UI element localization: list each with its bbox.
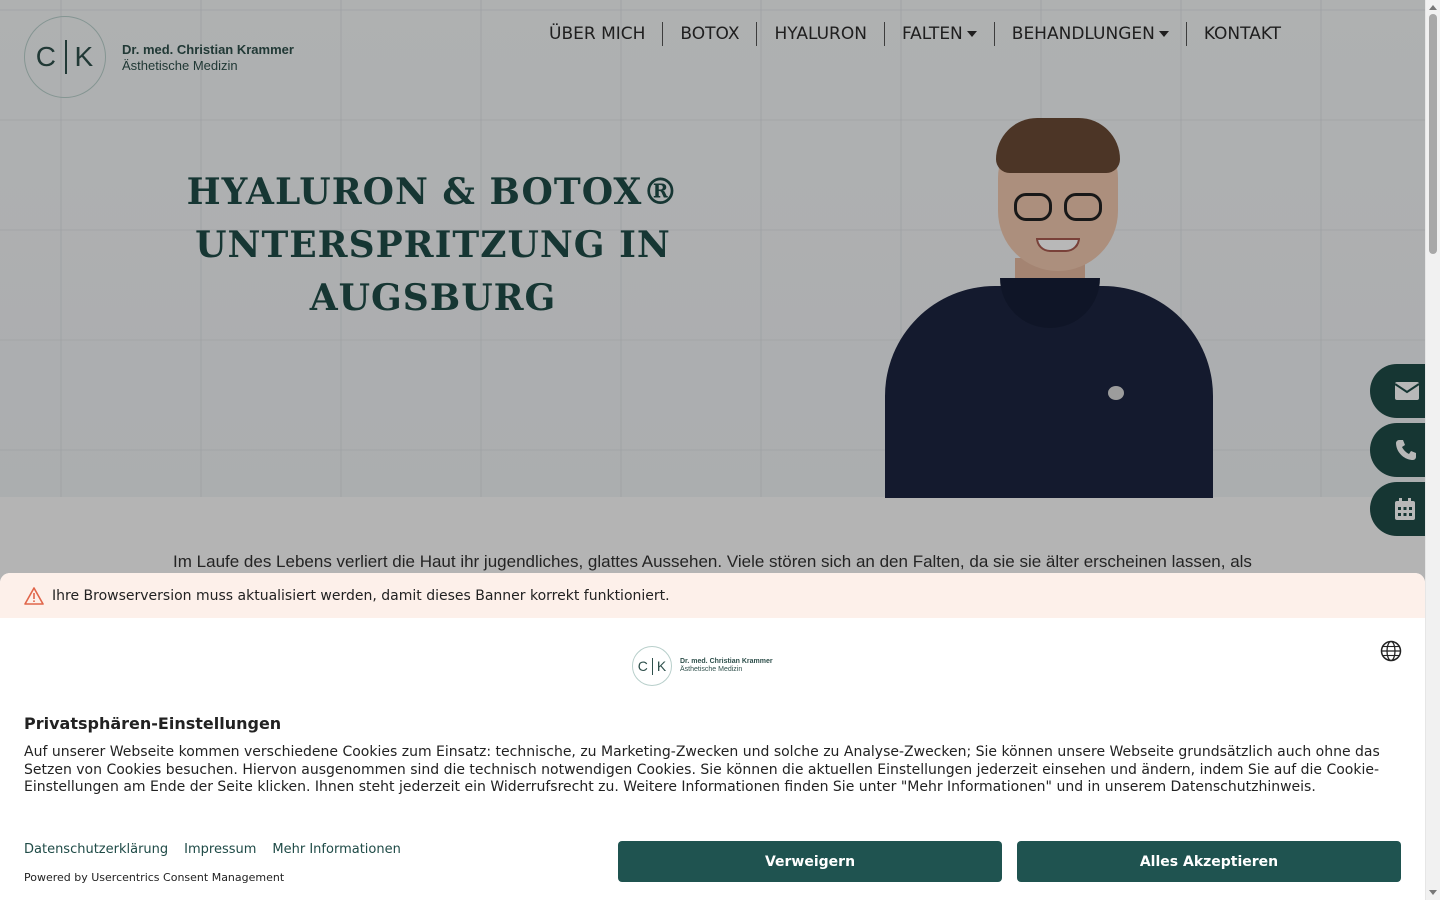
consent-logo-subtitle: Ästhetische Medizin: [680, 666, 743, 673]
consent-logo-monogram: CK: [632, 646, 672, 686]
scroll-down-arrow-icon[interactable]: [1429, 890, 1437, 895]
accept-all-button[interactable]: Alles Akzeptieren: [1017, 841, 1401, 882]
language-globe-icon[interactable]: [1380, 640, 1402, 662]
consent-description: Auf unserer Webseite kommen verschiedene…: [24, 744, 1380, 795]
consent-logo: CK Dr. med. Christian Krammer Ästhetisch…: [632, 646, 773, 686]
browser-warning-text: Ihre Browserversion muss aktualisiert we…: [52, 587, 670, 604]
deny-button[interactable]: Verweigern: [618, 841, 1002, 882]
more-info-link[interactable]: Mehr Informationen: [272, 842, 400, 857]
powered-by-text: Powered by Usercentrics Consent Manageme…: [24, 871, 285, 884]
consent-logo-text: Dr. med. Christian Krammer Ästhetische M…: [680, 658, 773, 674]
scrollbar-thumb[interactable]: [1429, 14, 1437, 254]
monogram-divider: [651, 657, 653, 675]
consent-logo-name: Dr. med. Christian Krammer: [680, 658, 773, 665]
monogram-c: C: [637, 658, 648, 674]
consent-title: Privatsphären-Einstellungen: [24, 714, 282, 733]
warning-icon: [24, 586, 44, 605]
cookie-consent-banner: Ihre Browserversion muss aktualisiert we…: [0, 573, 1425, 900]
scroll-up-arrow-icon[interactable]: [1429, 5, 1437, 10]
monogram-k: K: [656, 658, 667, 674]
browser-warning: Ihre Browserversion muss aktualisiert we…: [0, 573, 1425, 618]
imprint-link[interactable]: Impressum: [184, 842, 256, 857]
privacy-policy-link[interactable]: Datenschutzerklärung: [24, 842, 168, 857]
consent-links: Datenschutzerklärung Impressum Mehr Info…: [24, 842, 417, 857]
page-scrollbar[interactable]: [1425, 0, 1440, 900]
